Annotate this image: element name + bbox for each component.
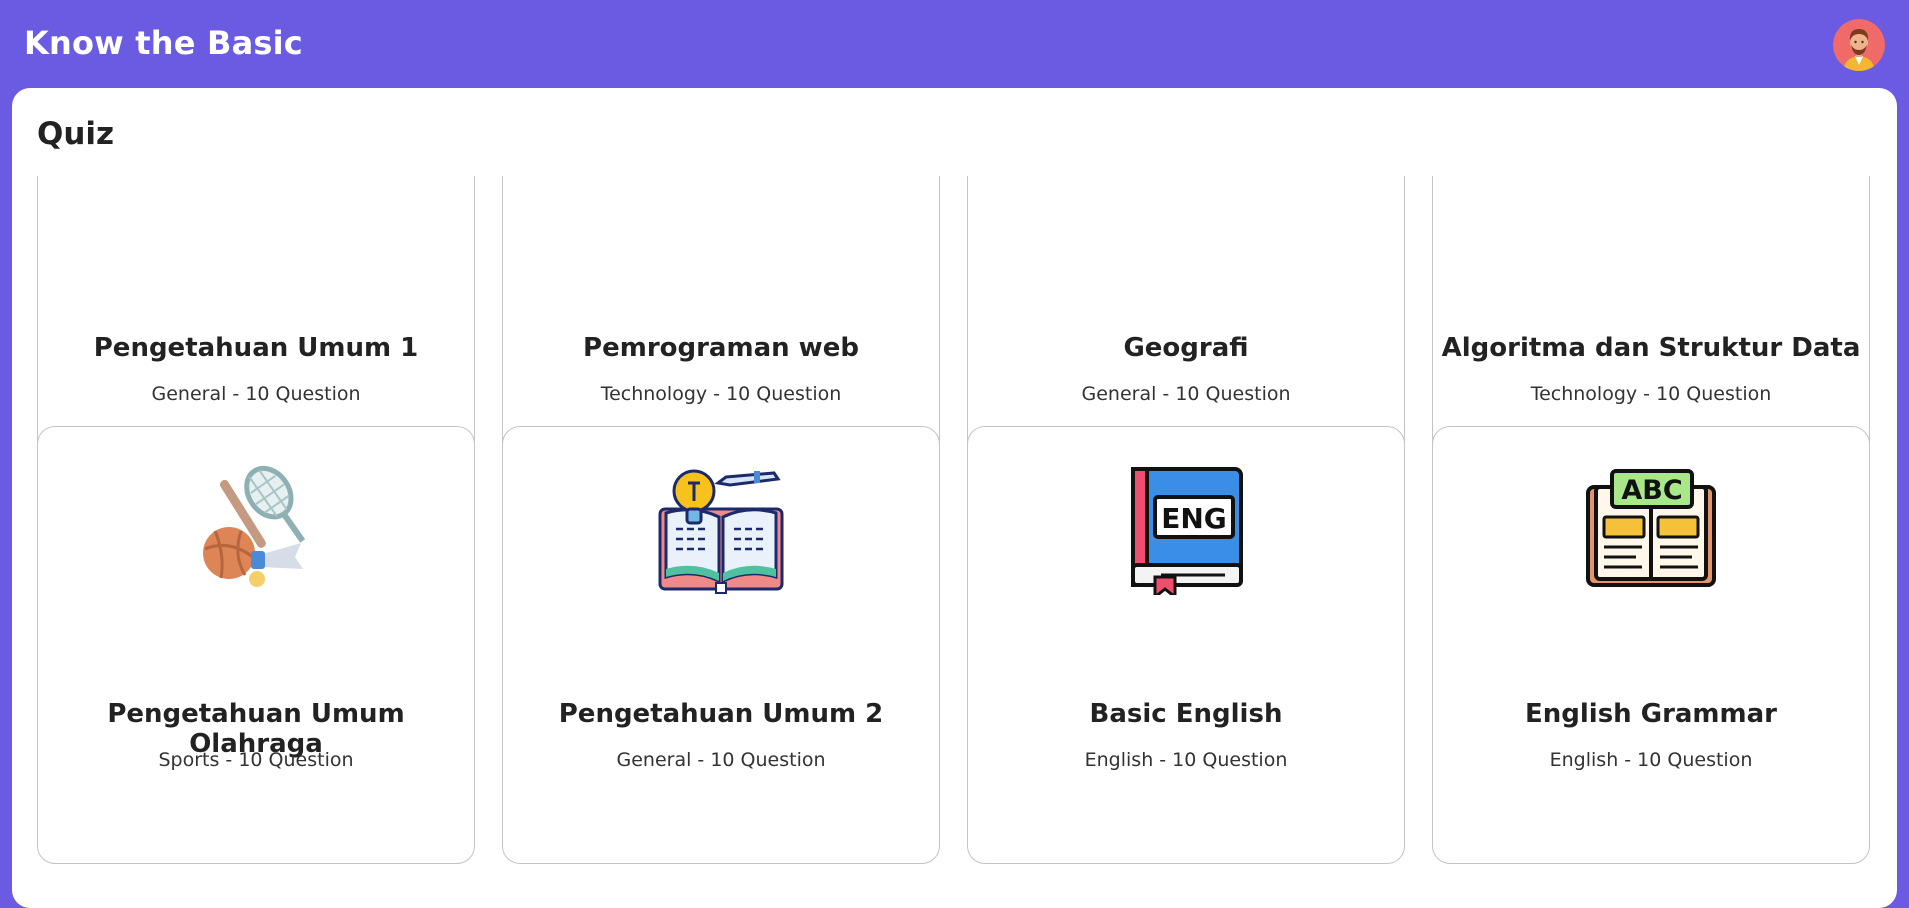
quiz-title: Pengetahuan Umum 2 (558, 699, 884, 729)
quiz-question-count: 10 Question (1637, 749, 1753, 771)
svg-text:ABC: ABC (1621, 475, 1682, 506)
quiz-question-count: 10 Question (238, 749, 354, 771)
app-title: Know the Basic (24, 24, 303, 62)
quiz-category: Sports (158, 749, 220, 771)
quiz-question-count: 10 Question (1172, 749, 1288, 771)
quiz-meta: General - 10 Question (151, 383, 361, 405)
quiz-meta: General - 10 Question (616, 749, 826, 771)
quiz-card[interactable]: ENG Basic English English - 10 Question (967, 426, 1405, 864)
quiz-title: Basic English (1089, 699, 1283, 729)
quiz-question-count: 10 Question (710, 749, 826, 771)
open-book-lightbulb-icon (656, 465, 786, 595)
section-title: Quiz (37, 116, 115, 152)
quiz-meta: Technology - 10 Question (600, 383, 842, 405)
quiz-title: Pemrograman web (583, 333, 859, 363)
quiz-title: Algoritma dan Struktur Data (1441, 333, 1861, 363)
sports-equipment-icon (191, 465, 321, 595)
quiz-title: Pengetahuan Umum 1 (93, 333, 419, 363)
quiz-title: English Grammar (1524, 699, 1777, 729)
quiz-meta: Sports - 10 Question (158, 749, 354, 771)
svg-text:ENG: ENG (1161, 502, 1227, 535)
quiz-question-count: 10 Question (1175, 383, 1291, 405)
quiz-meta: English - 10 Question (1549, 749, 1753, 771)
quiz-category: Technology (600, 383, 708, 405)
quiz-title: Geografi (1123, 333, 1249, 363)
abc-book-icon: ABC (1586, 465, 1716, 595)
quiz-category: General (616, 749, 692, 771)
quiz-grid[interactable]: Pengetahuan Umum 1 General - 10 Question… (12, 176, 1897, 881)
eng-book-icon: ENG (1121, 465, 1251, 595)
top-app-bar: Know the Basic (0, 0, 1909, 88)
quiz-category: Technology (1530, 383, 1638, 405)
quiz-meta: General - 10 Question (1081, 383, 1291, 405)
quiz-category: General (1081, 383, 1157, 405)
quiz-category: General (151, 383, 227, 405)
quiz-card[interactable]: Pengetahuan Umum Olahraga Sports - 10 Qu… (37, 426, 475, 864)
user-avatar-icon[interactable] (1833, 19, 1885, 71)
quiz-category: English (1549, 749, 1619, 771)
quiz-meta: Technology - 10 Question (1530, 383, 1772, 405)
quiz-category: English (1084, 749, 1154, 771)
quiz-question-count: 10 Question (245, 383, 361, 405)
quiz-question-count: 10 Question (726, 383, 842, 405)
quiz-card[interactable]: ABC English Grammar English - 10 Questio… (1432, 426, 1870, 864)
quiz-card[interactable]: Pengetahuan Umum 2 General - 10 Question (502, 426, 940, 864)
quiz-meta: English - 10 Question (1084, 749, 1288, 771)
quiz-question-count: 10 Question (1656, 383, 1772, 405)
